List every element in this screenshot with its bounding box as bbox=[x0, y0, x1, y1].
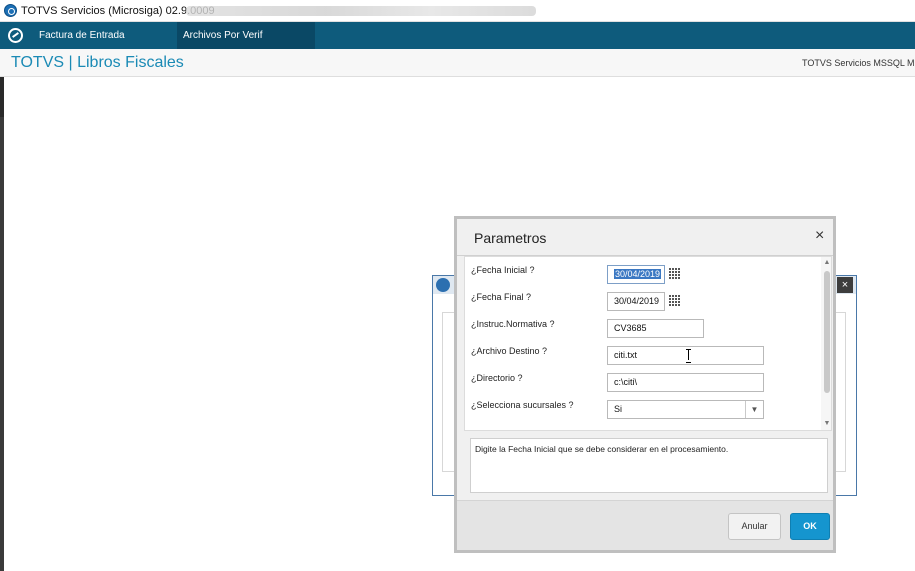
fecha-inicial-field[interactable]: 30/04/2019 bbox=[607, 265, 665, 284]
field-label: ¿Archivo Destino ? bbox=[471, 346, 548, 356]
help-text-box: Digite la Fecha Inicial que se debe cons… bbox=[470, 438, 828, 493]
selecciona-sucursales-select[interactable]: Si ▼ bbox=[607, 400, 764, 419]
server-label: TOTVS Servicios MSSQL Mp bbox=[802, 58, 915, 68]
tab-factura-de-entrada[interactable]: Factura de Entrada [02.9.0002]× bbox=[33, 22, 177, 68]
scroll-up-icon[interactable]: ▲ bbox=[821, 257, 831, 269]
fecha-final-field[interactable]: 30/04/2019 bbox=[607, 292, 665, 311]
text-cursor-icon bbox=[686, 349, 692, 363]
scroll-down-icon[interactable]: ▼ bbox=[821, 418, 831, 430]
form-scrollbar[interactable]: ▲ ▼ bbox=[821, 257, 831, 430]
dialog-title: Parametros bbox=[474, 230, 547, 246]
home-icon[interactable] bbox=[8, 28, 23, 43]
field-label: ¿Directorio ? bbox=[471, 373, 523, 383]
close-icon[interactable]: × bbox=[837, 277, 853, 293]
scrollbar-thumb[interactable] bbox=[824, 271, 830, 393]
chevron-down-icon[interactable]: ▼ bbox=[745, 401, 763, 418]
cancel-button[interactable]: Anular bbox=[728, 513, 781, 540]
parametros-dialog: Parametros × ¿Fecha Inicial ? 30/04/2019… bbox=[454, 216, 836, 553]
select-value: Si bbox=[614, 404, 623, 414]
field-label: ¿Instruc.Normativa ? bbox=[471, 319, 555, 329]
field-label: ¿Fecha Final ? bbox=[471, 292, 532, 302]
calendar-icon[interactable] bbox=[668, 294, 683, 307]
directorio-field[interactable]: c:\citi\ bbox=[607, 373, 764, 392]
window-titlebar: TOTVS Servicios (Microsiga) 02.9.0009 bbox=[0, 0, 915, 22]
module-header: TOTVS | Libros Fiscales TOTVS Servicios … bbox=[0, 49, 915, 77]
calendar-icon[interactable] bbox=[668, 267, 683, 280]
totvs-logo-icon bbox=[4, 4, 17, 17]
dialog-footer: Anular OK bbox=[457, 500, 833, 550]
close-icon[interactable]: × bbox=[815, 227, 824, 245]
redacted-title-text bbox=[186, 6, 536, 16]
ok-button[interactable]: OK bbox=[790, 513, 830, 540]
parameters-form: ¿Fecha Inicial ? 30/04/2019 ¿Fecha Final… bbox=[464, 256, 832, 431]
left-edge-bar bbox=[0, 77, 4, 571]
field-label: ¿Selecciona sucursales ? bbox=[471, 400, 574, 410]
totvs-logo-icon bbox=[436, 278, 450, 292]
module-title: TOTVS | Libros Fiscales bbox=[11, 54, 184, 71]
tab-archivos-por-verif[interactable]: Archivos Por Verif [02.9.0009]× bbox=[177, 22, 315, 68]
field-label: ¿Fecha Inicial ? bbox=[471, 265, 535, 275]
field-value: 30/04/2019 bbox=[614, 269, 662, 279]
tab-bar: Factura de Entrada [02.9.0002]× Archivos… bbox=[0, 22, 915, 68]
instruc-normativa-field[interactable]: CV3685 bbox=[607, 319, 704, 338]
